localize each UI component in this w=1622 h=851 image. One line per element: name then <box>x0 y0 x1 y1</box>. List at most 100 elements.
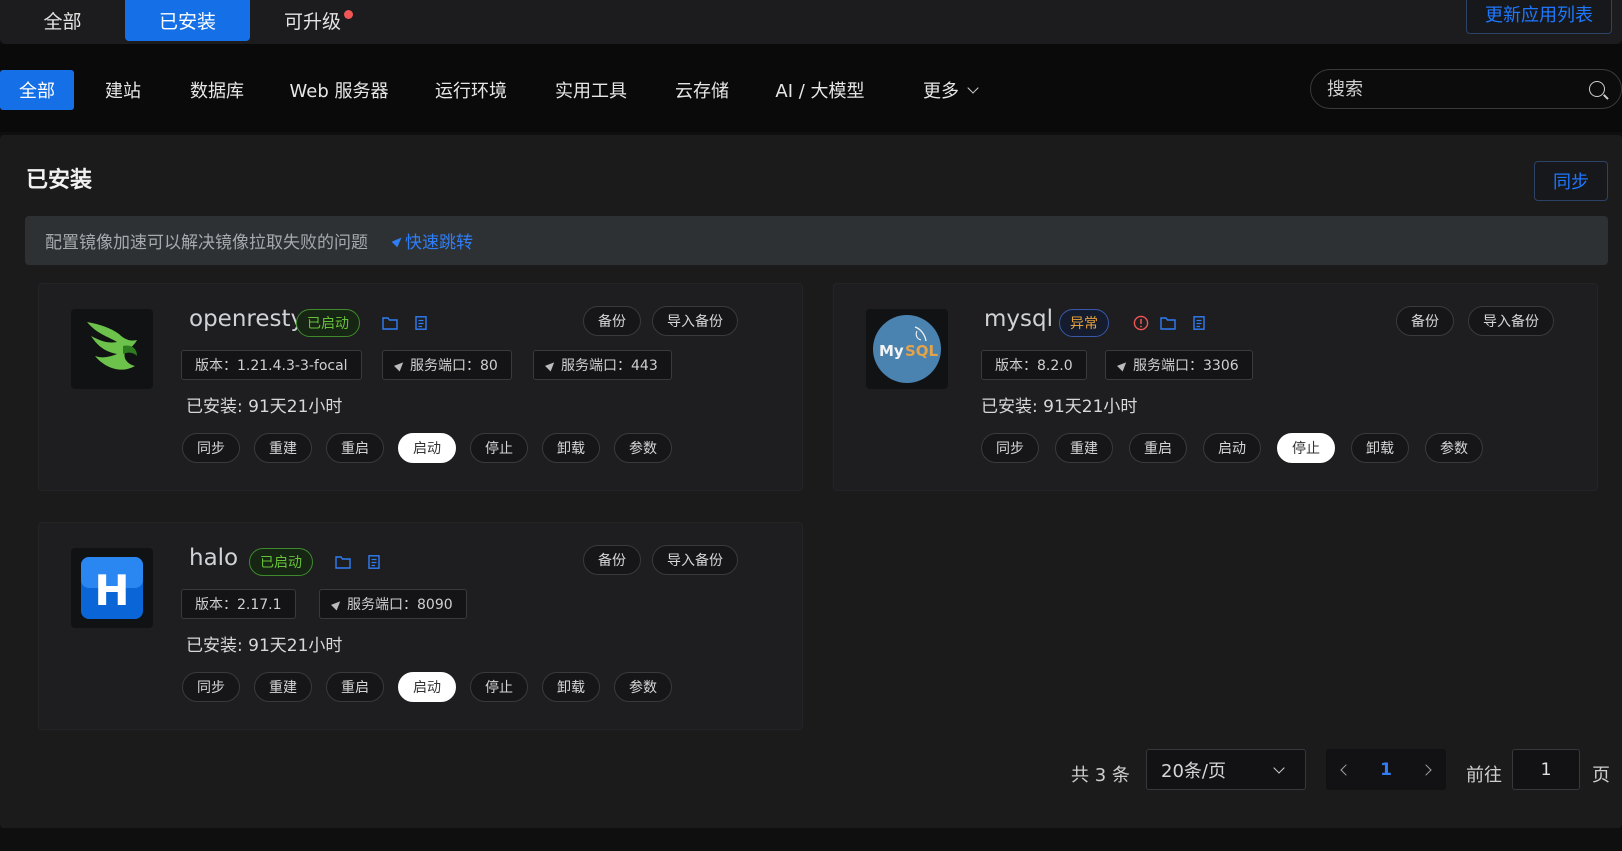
sync-action-button[interactable]: 同步 <box>182 672 240 702</box>
folder-icon[interactable] <box>335 555 351 569</box>
search-input[interactable] <box>1325 77 1565 101</box>
chevron-down-icon <box>967 81 979 94</box>
app-name[interactable]: openresty <box>189 306 304 332</box>
category-runtime[interactable]: 运行环境 <box>426 70 516 110</box>
restart-button[interactable]: 重启 <box>326 433 384 463</box>
category-cloud-storage[interactable]: 云存储 <box>664 70 740 110</box>
installed-duration: 已安装: 91天21小时 <box>981 397 1138 417</box>
params-button[interactable]: 参数 <box>614 672 672 702</box>
goto-label: 前往 <box>1466 765 1502 786</box>
params-button[interactable]: 参数 <box>614 433 672 463</box>
page-title: 已安装 <box>26 168 93 193</box>
app-card-openresty: openresty 已启动 备份 导入备份 版本：1.21.4.3-3-foca… <box>38 283 803 491</box>
params-button[interactable]: 参数 <box>1425 433 1483 463</box>
tab-upgradable[interactable]: 可升级 <box>250 0 375 41</box>
installed-panel: 已安装 同步 配置镜像加速可以解决镜像拉取失败的问题 快速跳转 openrest… <box>0 135 1622 828</box>
category-more[interactable]: 更多 <box>900 70 1000 110</box>
sync-button[interactable]: 同步 <box>1534 161 1608 201</box>
category-tools[interactable]: 实用工具 <box>546 70 636 110</box>
backup-button[interactable]: 备份 <box>583 306 641 336</box>
svg-text:My: My <box>879 342 904 360</box>
start-button[interactable]: 启动 <box>398 433 456 463</box>
port-label: 服务端口：3306 <box>1133 358 1239 374</box>
port-tag[interactable]: 服务端口：8090 <box>319 589 467 619</box>
port-label: 服务端口：80 <box>410 358 498 374</box>
port-tag[interactable]: 服务端口：80 <box>382 350 512 380</box>
status-badge: 异常 <box>1059 309 1109 337</box>
rebuild-button[interactable]: 重建 <box>1055 433 1113 463</box>
tab-installed[interactable]: 已安装 <box>125 0 250 41</box>
uninstall-button[interactable]: 卸载 <box>542 433 600 463</box>
mysql-logo-icon: My SQL <box>873 315 941 383</box>
navigation-arrow-icon <box>1116 358 1130 372</box>
uninstall-button[interactable]: 卸载 <box>542 672 600 702</box>
restart-button[interactable]: 重启 <box>326 672 384 702</box>
app-name[interactable]: mysql <box>984 306 1053 332</box>
restart-button[interactable]: 重启 <box>1129 433 1187 463</box>
import-backup-button[interactable]: 导入备份 <box>652 545 738 575</box>
tab-all[interactable]: 全部 <box>0 0 125 41</box>
page-size-select[interactable]: 20条/页 <box>1146 749 1306 790</box>
backup-button[interactable]: 备份 <box>583 545 641 575</box>
stop-button[interactable]: 停止 <box>470 433 528 463</box>
version-tag: 版本：8.2.0 <box>981 350 1087 380</box>
tab-label: 全部 <box>43 11 82 33</box>
port-label: 服务端口：443 <box>561 358 658 374</box>
installed-duration: 已安装: 91天21小时 <box>186 636 343 656</box>
uninstall-button[interactable]: 卸载 <box>1351 433 1409 463</box>
log-icon[interactable] <box>413 316 429 330</box>
quick-jump-link[interactable]: 快速跳转 <box>391 228 473 253</box>
category-ai[interactable]: AI / 大模型 <box>770 70 870 110</box>
import-backup-button[interactable]: 导入备份 <box>1468 306 1554 336</box>
rebuild-button[interactable]: 重建 <box>254 672 312 702</box>
page-unit-label: 页 <box>1592 765 1610 786</box>
status-badge: 已启动 <box>249 548 313 576</box>
app-name[interactable]: halo <box>189 545 238 571</box>
stop-button[interactable]: 停止 <box>1277 433 1335 463</box>
pager: 1 <box>1326 749 1446 790</box>
start-button[interactable]: 启动 <box>1203 433 1261 463</box>
folder-icon[interactable] <box>1160 316 1176 330</box>
page-number[interactable]: 1 <box>1366 749 1406 790</box>
folder-icon[interactable] <box>382 316 398 330</box>
openresty-logo <box>71 309 153 389</box>
category-web-server[interactable]: Web 服务器 <box>282 70 396 110</box>
search-box <box>1310 69 1622 109</box>
sync-action-button[interactable]: 同步 <box>182 433 240 463</box>
category-more-label: 更多 <box>923 81 959 102</box>
log-icon[interactable] <box>1191 316 1207 330</box>
category-all[interactable]: 全部 <box>0 70 74 110</box>
navigation-arrow-icon <box>391 234 405 247</box>
category-database[interactable]: 数据库 <box>178 70 256 110</box>
update-app-list-button[interactable]: 更新应用列表 <box>1466 0 1612 34</box>
import-backup-button[interactable]: 导入备份 <box>652 306 738 336</box>
installed-duration: 已安装: 91天21小时 <box>186 397 343 417</box>
chevron-right-icon <box>1420 763 1432 776</box>
rebuild-button[interactable]: 重建 <box>254 433 312 463</box>
category-bar: 全部 建站 数据库 Web 服务器 运行环境 实用工具 云存储 AI / 大模型… <box>0 44 1622 132</box>
log-icon[interactable] <box>366 555 382 569</box>
halo-logo: H <box>71 548 153 628</box>
port-tag[interactable]: 服务端口：443 <box>533 350 672 380</box>
svg-text:H: H <box>94 566 129 615</box>
prev-page-button[interactable] <box>1326 749 1366 790</box>
next-page-button[interactable] <box>1406 749 1446 790</box>
navigation-arrow-icon <box>330 597 344 611</box>
category-website[interactable]: 建站 <box>92 70 154 110</box>
chevron-left-icon <box>1340 763 1352 776</box>
tab-label-wrap: 可升级 <box>284 7 353 34</box>
start-button[interactable]: 启动 <box>398 672 456 702</box>
port-tag[interactable]: 服务端口：3306 <box>1105 350 1253 380</box>
total-count: 共 3 条 <box>1071 765 1130 786</box>
svg-text:SQL: SQL <box>905 342 939 360</box>
halo-logo-icon: H <box>81 557 143 619</box>
port-label: 服务端口：8090 <box>347 597 453 613</box>
backup-button[interactable]: 备份 <box>1396 306 1454 336</box>
sync-action-button[interactable]: 同步 <box>981 433 1039 463</box>
warning-icon[interactable] <box>1133 315 1149 331</box>
goto-page-input[interactable] <box>1512 749 1580 790</box>
stop-button[interactable]: 停止 <box>470 672 528 702</box>
search-icon[interactable] <box>1589 81 1605 97</box>
notification-dot <box>344 10 353 19</box>
openresty-logo-icon <box>87 322 137 370</box>
